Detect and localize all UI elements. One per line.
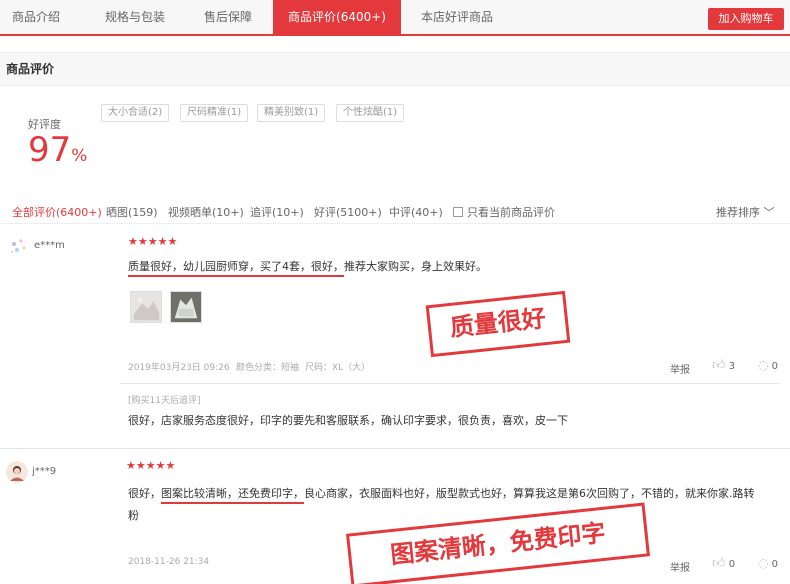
filter-video[interactable]: 视频晒单(10+) [168, 204, 244, 220]
comment-count: 0 [771, 559, 779, 570]
username: e***m [34, 240, 65, 251]
comment-icon: ◌ [758, 556, 769, 570]
star-rating: ★★★★★ [126, 459, 176, 472]
divider [120, 383, 780, 384]
chevron-down-icon: ﹀ [763, 206, 775, 219]
followup-label: [购买11天后追评] [128, 396, 201, 406]
tab-bar: 商品介绍 规格与包装 售后保障 商品评价(6400+) 本店好评商品 加入购物车 [0, 0, 790, 36]
review-text-highlight: 图案比较清晰，还免费印字， [161, 487, 304, 504]
comment-button[interactable]: ◌ 0 [758, 556, 778, 570]
review-date: 2018-11-26 21:34 [128, 557, 210, 567]
tab-shop-top-rated[interactable]: 本店好评商品 [410, 0, 504, 34]
rating-value: 97% [28, 130, 87, 176]
review-text-start: 很好， [128, 487, 161, 500]
filter-positive[interactable]: 好评(5100+) [314, 204, 382, 220]
report-link[interactable]: 举报 [670, 559, 690, 574]
review-text-rest: 良心商家，衣服面料也好，版型款式也好，算算我这是第6次回购了，不错的，就来你家.… [304, 487, 755, 500]
review-photo-thumb[interactable] [170, 291, 202, 323]
avatar [6, 461, 28, 483]
like-count: 0 [728, 559, 736, 570]
comment-count: 0 [771, 361, 779, 372]
review-text-highlight: 质量很好，幼儿园厨师穿，买了4套，很好， [128, 260, 344, 277]
review-text-rest: 推荐大家购买，身上效果好。 [344, 260, 487, 273]
promo-stamp: 图案清晰，免费印字 [345, 502, 651, 584]
filter-photos[interactable]: 晒图(159) [106, 204, 158, 220]
like-count: 3 [728, 361, 736, 372]
filter-followup[interactable]: 追评(10+) [250, 204, 304, 220]
promo-stamp: 质量很好 [425, 290, 571, 358]
thumbs-up-icon: 👍︎ [712, 556, 726, 571]
filter-neutral[interactable]: 中评(40+) [389, 204, 443, 220]
tag-size-accurate[interactable]: 尺码精准(1) [180, 104, 249, 122]
like-button[interactable]: 👍︎ 3 [712, 358, 735, 373]
checkbox-icon[interactable] [453, 207, 463, 217]
review-color-option: 颜色分类：短袖 [236, 363, 300, 373]
like-button[interactable]: 👍︎ 0 [712, 556, 735, 571]
thumbs-up-icon: 👍︎ [712, 358, 726, 373]
tab-after-sales[interactable]: 售后保障 [188, 0, 268, 34]
review-date: 2019年03月23日 09:26 [128, 363, 230, 373]
tab-reviews[interactable]: 商品评价(6400+) [273, 0, 401, 36]
review-text: 质量很好，幼儿园厨师穿，买了4套，很好，推荐大家购买，身上效果好。 [128, 256, 688, 278]
review-text-line2: 粉 [128, 509, 139, 522]
followup-text: 很好，店家服务态度很好，印字的要先和客服联系，确认印字要求，很负责，喜欢，皮一下 [128, 414, 568, 427]
filter-all[interactable]: 全部评价(6400+) [12, 204, 102, 220]
star-rating: ★★★★★ [128, 235, 178, 248]
report-link[interactable]: 举报 [670, 361, 690, 376]
only-current-label: 只看当前商品评价 [467, 206, 555, 219]
avatar [10, 239, 26, 254]
tag-exquisite[interactable]: 精美别致(1) [257, 104, 326, 122]
tab-product-intro[interactable]: 商品介绍 [0, 0, 72, 34]
section-title: 商品评价 [0, 52, 790, 86]
add-to-cart-button[interactable]: 加入购物车 [708, 8, 784, 30]
sort-label: 推荐排序 [716, 206, 760, 219]
comment-button[interactable]: ◌ 0 [758, 358, 778, 372]
review-size-option: 尺码：XL（大） [305, 363, 371, 373]
only-current-checkbox[interactable]: 只看当前商品评价 [453, 204, 555, 220]
rating-number: 97 [28, 130, 72, 170]
review-divider [0, 448, 790, 449]
sort-dropdown[interactable]: 推荐排序 ﹀ [716, 204, 775, 220]
review-photo-thumb[interactable] [130, 291, 162, 323]
comment-icon: ◌ [758, 358, 769, 372]
tab-specs[interactable]: 规格与包装 [90, 0, 180, 34]
review-text: 很好，图案比较清晰，还免费印字，良心商家，衣服面料也好，版型款式也好，算算我这是… [128, 483, 776, 505]
tag-size-fit[interactable]: 大小合适(2) [101, 104, 170, 122]
review-filters: 全部评价(6400+) 晒图(159) 视频晒单(10+) 追评(10+) 好评… [0, 198, 790, 224]
tag-cool[interactable]: 个性炫酷(1) [336, 104, 405, 122]
username: j***9 [32, 466, 57, 477]
rating-unit: % [71, 146, 88, 166]
